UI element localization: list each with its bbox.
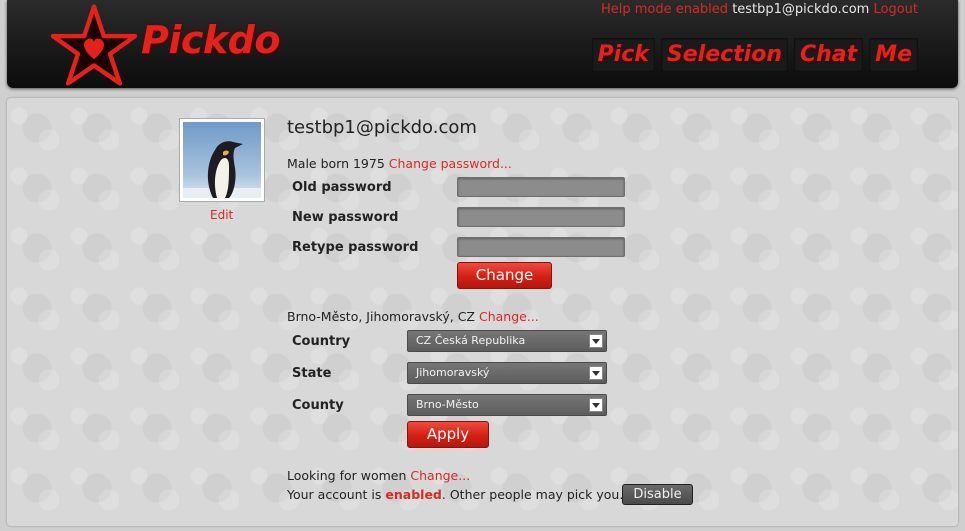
user-status-line: Help mode enabled testbp1@pickdo.com Log… bbox=[601, 2, 918, 17]
header-bar: Pickdo Help mode enabled testbp1@pickdo.… bbox=[7, 0, 958, 88]
change-password-link[interactable]: Change password... bbox=[389, 156, 512, 171]
chevron-down-icon[interactable] bbox=[589, 334, 603, 348]
county-label: County bbox=[292, 398, 344, 413]
old-password-label: Old password bbox=[292, 180, 392, 195]
chevron-down-icon[interactable] bbox=[589, 366, 603, 380]
logout-link[interactable]: Logout bbox=[873, 2, 918, 17]
account-prefix: Your account is bbox=[287, 487, 382, 502]
state-label: State bbox=[292, 366, 332, 381]
country-value: CZ Česká Republika bbox=[416, 334, 526, 347]
old-password-input[interactable] bbox=[457, 177, 625, 197]
profile-info-text: Male born 1975 bbox=[287, 156, 385, 171]
new-password-label: New password bbox=[292, 210, 399, 225]
county-select[interactable]: Brno-Město bbox=[407, 394, 607, 416]
state-value: Jihomoravský bbox=[416, 366, 490, 379]
change-password-button[interactable]: Change bbox=[457, 262, 552, 289]
avatar[interactable] bbox=[179, 118, 265, 202]
location-text: Brno-Město, Jihomoravský, CZ bbox=[287, 309, 475, 324]
chevron-down-icon[interactable] bbox=[589, 398, 603, 412]
nav-me[interactable]: Me bbox=[869, 38, 918, 72]
looking-for-line: Looking for women Change... bbox=[287, 468, 470, 483]
edit-avatar-link[interactable]: Edit bbox=[210, 208, 233, 222]
retype-password-input[interactable] bbox=[457, 237, 625, 257]
state-select[interactable]: Jihomoravský bbox=[407, 362, 607, 384]
disable-account-button[interactable]: Disable bbox=[622, 484, 693, 505]
change-location-link[interactable]: Change... bbox=[479, 309, 539, 324]
retype-password-label: Retype password bbox=[292, 240, 419, 255]
location-line: Brno-Město, Jihomoravský, CZ Change... bbox=[287, 309, 539, 324]
account-status-badge: enabled bbox=[385, 487, 442, 502]
account-suffix: . Other people may pick you. bbox=[441, 487, 624, 502]
main-nav: Pick Selection Chat Me bbox=[591, 38, 918, 72]
nav-chat[interactable]: Chat bbox=[794, 38, 864, 72]
change-looking-link[interactable]: Change... bbox=[410, 468, 470, 483]
help-mode-text[interactable]: Help mode enabled bbox=[601, 2, 728, 17]
star-heart-logo-icon[interactable] bbox=[49, 4, 139, 86]
nav-selection[interactable]: Selection bbox=[660, 38, 788, 72]
country-label: Country bbox=[292, 334, 351, 349]
looking-for-text: Looking for women bbox=[287, 468, 407, 483]
account-status-line: Your account is enabled. Other people ma… bbox=[287, 487, 623, 502]
user-email-text: testbp1@pickdo.com bbox=[732, 2, 870, 17]
apply-location-button[interactable]: Apply bbox=[407, 421, 489, 448]
profile-email: testbp1@pickdo.com bbox=[287, 117, 477, 138]
county-value: Brno-Město bbox=[416, 398, 479, 411]
nav-pick[interactable]: Pick bbox=[591, 38, 655, 72]
brand-name[interactable]: Pickdo bbox=[141, 18, 280, 62]
country-select[interactable]: CZ Česká Republika bbox=[407, 330, 607, 352]
new-password-input[interactable] bbox=[457, 207, 625, 227]
profile-info-line: Male born 1975 Change password... bbox=[287, 156, 512, 171]
